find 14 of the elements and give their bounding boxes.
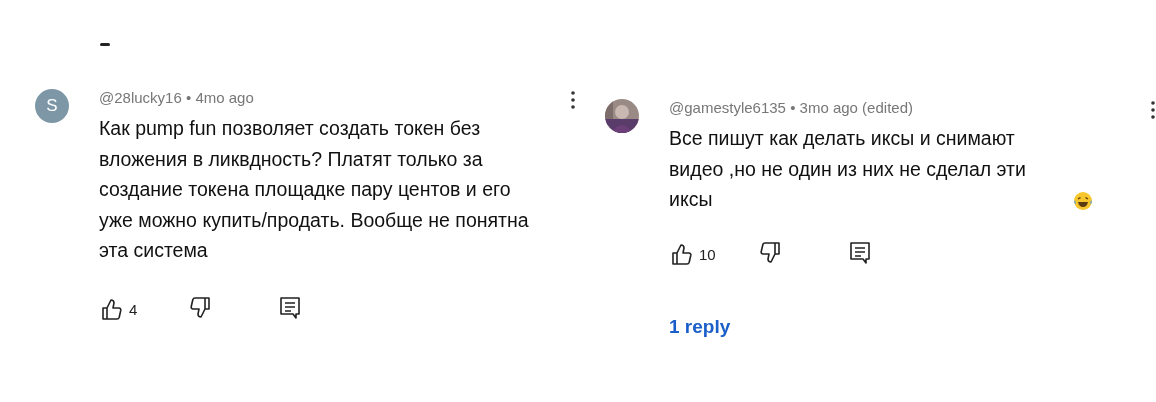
thumbs-down-icon [189, 295, 213, 320]
comment-meta: @28lucky16 • 4mo ago [99, 88, 254, 108]
comment-text: Все пишут как делать иксы и снимают видео ,но не один из них не сделал эти иксы [669, 126, 1027, 212]
thumbs-up-icon [669, 242, 693, 266]
comment-meta: @gamestyle6135 • 3mo ago (edited) [669, 98, 913, 118]
like-button[interactable]: 4 [99, 297, 189, 321]
more-icon[interactable] [571, 91, 575, 109]
comment-text: Как pump fun позволяет создать токен без вложения в ликвдность? Платят только за создание токена площадке пару центов и его уже можно купить/продать. Вообще не понятна эта система [99, 116, 530, 263]
replies-link[interactable]: 1 reply [669, 315, 731, 338]
like-button[interactable]: 10 [669, 242, 759, 266]
thumbs-down-icon [759, 240, 783, 265]
thumbs-up-icon [99, 297, 123, 321]
more-icon[interactable] [1151, 101, 1155, 119]
dash-mark [100, 43, 110, 46]
